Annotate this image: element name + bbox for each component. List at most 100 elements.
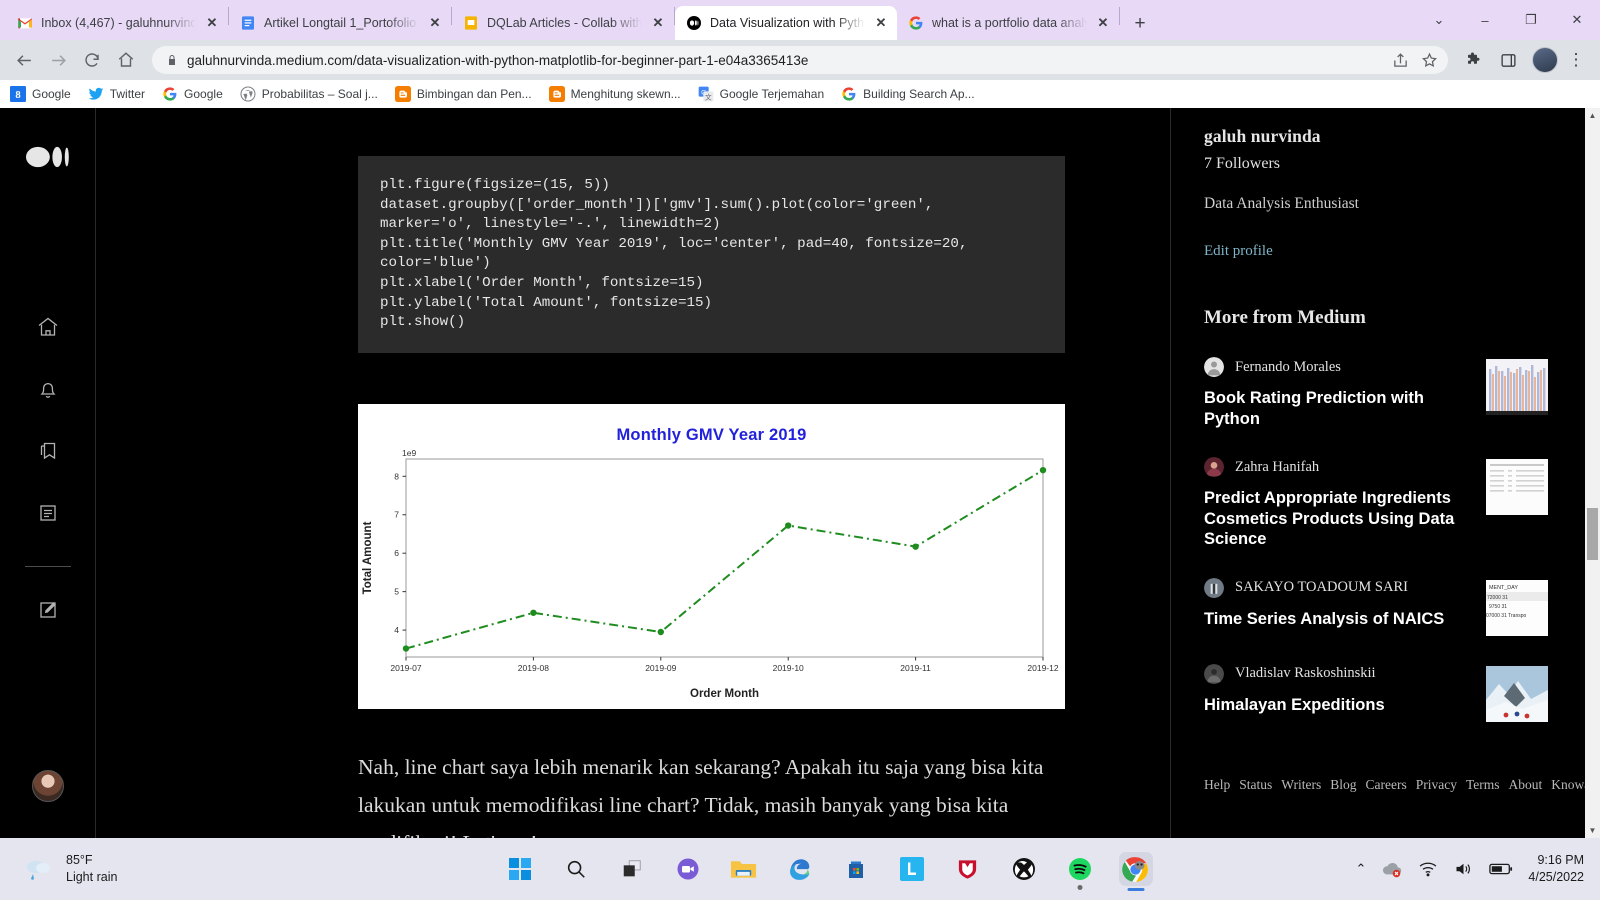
- google-slides-icon: [465, 16, 477, 30]
- svg-text:07000 31 Transpo: 07000 31 Transpo: [1486, 613, 1527, 619]
- spotify-button[interactable]: [1063, 852, 1097, 890]
- share-icon[interactable]: [1392, 52, 1409, 69]
- line-app-button[interactable]: [895, 852, 929, 886]
- scroll-up-arrow-icon[interactable]: ▲: [1585, 108, 1600, 123]
- address-bar[interactable]: galuhnurvinda.medium.com/data-visualizat…: [152, 46, 1448, 74]
- tab-close-icon[interactable]: ✕: [204, 15, 220, 31]
- task-view-button[interactable]: [615, 852, 649, 886]
- chart-data-point: [912, 543, 919, 550]
- footer-link-help[interactable]: Help: [1204, 777, 1230, 792]
- reload-button[interactable]: [76, 44, 108, 76]
- scroll-down-arrow-icon[interactable]: ▼: [1585, 823, 1600, 838]
- card-author[interactable]: Vladislav Raskoshinskii: [1204, 663, 1472, 684]
- bookmark-item-3[interactable]: Probabilitas – Soal j...: [240, 85, 378, 102]
- omnibox-actions: [1392, 52, 1438, 69]
- edit-profile-link[interactable]: Edit profile: [1204, 243, 1548, 260]
- card-author[interactable]: SAKAYO TOADOUM SARI: [1204, 577, 1472, 598]
- taskbar-clock[interactable]: 9:16 PM 4/25/2022: [1528, 852, 1584, 886]
- browser-tab-0[interactable]: Inbox (4,467) - galuhnurvinda@g ✕: [6, 6, 228, 40]
- footer-link-privacy[interactable]: Privacy: [1416, 777, 1457, 792]
- new-tab-button[interactable]: +: [1126, 9, 1154, 37]
- medium-logo[interactable]: [0, 144, 96, 170]
- chart-data-point: [1039, 466, 1047, 474]
- browser-tab-3[interactable]: Data Visualization with Python M ✕: [675, 6, 897, 40]
- battery-icon[interactable]: [1489, 861, 1513, 877]
- file-explorer-button[interactable]: [727, 852, 761, 886]
- sidebar-item-lists[interactable]: [0, 501, 96, 525]
- extensions-button[interactable]: [1458, 44, 1490, 76]
- side-panel-button[interactable]: [1492, 44, 1524, 76]
- scrollbar-thumb[interactable]: [1587, 508, 1598, 560]
- tab-close-icon[interactable]: ✕: [427, 15, 443, 31]
- tab-title: DQLab Articles - Collab with Men: [487, 16, 642, 30]
- browser-tab-4[interactable]: what is a portfolio data analyst - ✕: [897, 6, 1119, 40]
- tab-search-chevron-icon[interactable]: ⌄: [1416, 3, 1462, 37]
- footer-link-terms[interactable]: Terms: [1466, 777, 1500, 792]
- wordpress-icon: [240, 85, 256, 102]
- onedrive-error-icon[interactable]: [1381, 860, 1403, 878]
- sidebar-item-write[interactable]: [0, 598, 96, 622]
- footer-link-writers[interactable]: Writers: [1281, 777, 1321, 792]
- bookmark-item-7[interactable]: Building Search Ap...: [841, 86, 975, 102]
- chat-button[interactable]: [671, 852, 705, 886]
- x-axis-label: Order Month: [690, 688, 759, 700]
- microsoft-store-button[interactable]: [839, 852, 873, 886]
- back-button[interactable]: [8, 44, 40, 76]
- puzzle-icon: [1468, 52, 1480, 64]
- list-item[interactable]: SAKAYO TOADOUM SARI Time Series Analysis…: [1204, 577, 1548, 636]
- card-author[interactable]: Zahra Hanifah: [1204, 457, 1472, 477]
- list-item[interactable]: Vladislav Raskoshinskii Himalayan Expedi…: [1204, 663, 1548, 722]
- bookmark-item-1[interactable]: Twitter: [88, 86, 145, 102]
- browser-tab-2[interactable]: DQLab Articles - Collab with Men ✕: [452, 6, 674, 40]
- system-tray: ⌃ 9:16 PM 4/25/2022: [1355, 852, 1600, 886]
- bookmark-star-icon[interactable]: [1421, 52, 1438, 69]
- bar-chart-thumb: [1486, 359, 1548, 415]
- store-icon: [848, 861, 863, 878]
- card-author[interactable]: Fernando Morales: [1204, 357, 1472, 377]
- notifications-bell-icon: [40, 382, 56, 398]
- footer-link-about[interactable]: About: [1509, 777, 1543, 792]
- page-scrollbar[interactable]: ▲ ▼: [1585, 108, 1600, 838]
- profile-avatar-button[interactable]: [1532, 47, 1558, 73]
- minimize-button[interactable]: –: [1462, 3, 1508, 37]
- card-title: Book Rating Prediction with Python: [1204, 389, 1425, 428]
- google-chrome-button[interactable]: [1118, 852, 1153, 891]
- sidebar-item-notifications[interactable]: [0, 377, 96, 401]
- forward-button[interactable]: [42, 44, 74, 76]
- maximize-button[interactable]: ❐: [1508, 3, 1554, 37]
- mcafee-button[interactable]: [951, 852, 985, 886]
- home-button[interactable]: [110, 44, 142, 76]
- footer-link-status[interactable]: Status: [1239, 777, 1272, 792]
- tab-close-icon[interactable]: ✕: [1095, 15, 1111, 31]
- volume-icon[interactable]: [1453, 860, 1474, 878]
- svg-text:5: 5: [394, 587, 399, 597]
- xbox-button[interactable]: [1007, 852, 1041, 886]
- bookmark-item-4[interactable]: Bimbingan dan Pen...: [394, 85, 532, 102]
- list-item[interactable]: Zahra Hanifah Predict Appropriate Ingred…: [1204, 457, 1548, 550]
- bookmark-item-6[interactable]: G文 Google Terjemahan: [698, 86, 824, 102]
- browser-menu-button[interactable]: ⋮: [1560, 44, 1592, 76]
- tab-close-icon[interactable]: ✕: [650, 15, 666, 31]
- tab-close-icon[interactable]: ✕: [873, 15, 889, 31]
- folder-icon: [731, 861, 757, 878]
- close-window-button[interactable]: ✕: [1554, 3, 1600, 37]
- sidebar-item-home[interactable]: [0, 315, 96, 339]
- show-hidden-icons-chevron-icon[interactable]: ⌃: [1355, 861, 1366, 877]
- weather-widget[interactable]: 85°F Light rain: [0, 852, 300, 886]
- bookmark-item-5[interactable]: Menghitung skewn...: [548, 85, 681, 102]
- footer-link-blog[interactable]: Blog: [1330, 777, 1356, 792]
- footer-link-careers[interactable]: Careers: [1365, 777, 1406, 792]
- rail-user-avatar[interactable]: [0, 770, 96, 802]
- start-button[interactable]: [503, 852, 537, 886]
- bookmark-item-0[interactable]: 8 Google: [10, 85, 71, 102]
- wifi-icon[interactable]: [1418, 860, 1438, 878]
- svg-text:MENT_DAY: MENT_DAY: [1489, 585, 1518, 591]
- browser-tab-1[interactable]: Artikel Longtail 1_Portofolio Data ✕: [229, 6, 451, 40]
- list-item[interactable]: Fernando Morales Book Rating Prediction …: [1204, 357, 1548, 429]
- chart-data-point: [785, 522, 792, 529]
- task-view-icon: [623, 860, 641, 877]
- bookmark-item-2[interactable]: Google: [162, 86, 223, 102]
- sidebar-item-bookmarks[interactable]: [0, 439, 96, 463]
- search-button[interactable]: [559, 852, 593, 886]
- microsoft-edge-button[interactable]: [783, 852, 817, 886]
